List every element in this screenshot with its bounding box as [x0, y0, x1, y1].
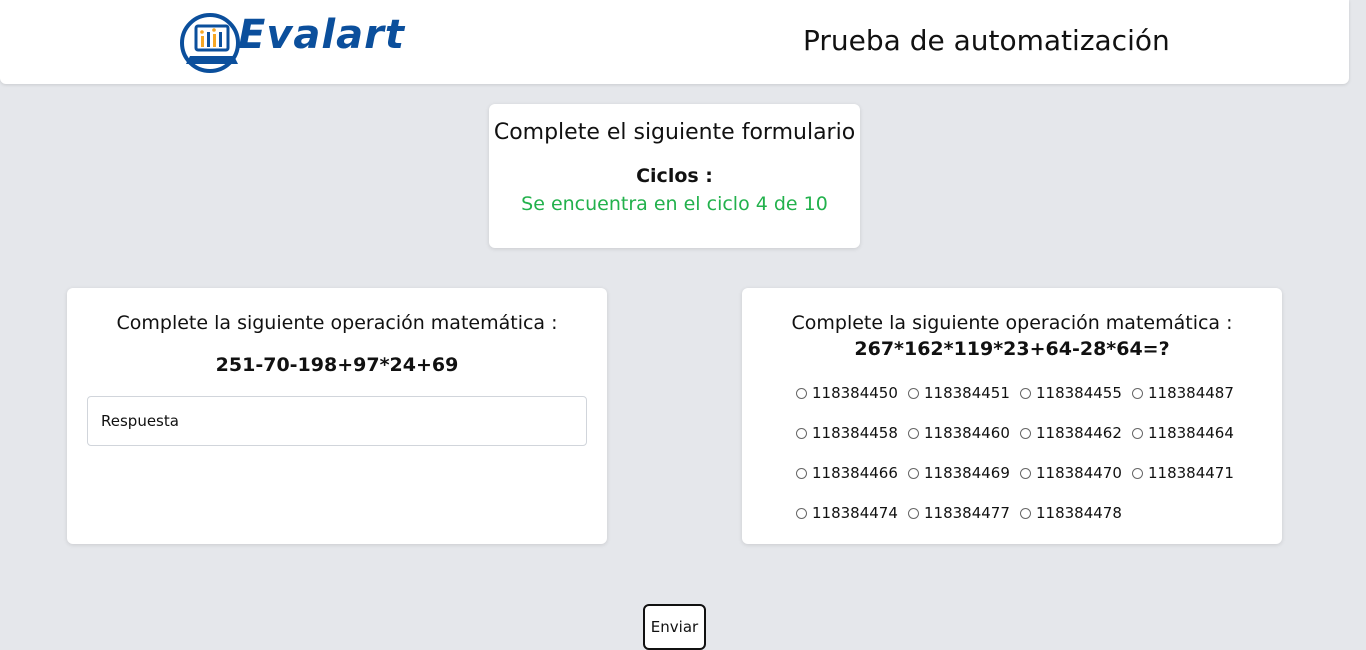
radio-icon[interactable] [1132, 427, 1143, 439]
radio-icon[interactable] [796, 427, 807, 439]
option-label: 118384451 [924, 384, 1010, 402]
option-label: 118384477 [924, 504, 1010, 522]
option-label: 118384474 [812, 504, 898, 522]
answer-option[interactable]: 118384470 [1020, 462, 1132, 484]
radio-icon[interactable] [796, 387, 807, 399]
option-label: 118384460 [924, 424, 1010, 442]
answer-option[interactable]: 118384455 [1020, 382, 1132, 404]
option-label: 118384469 [924, 464, 1010, 482]
radio-icon[interactable] [908, 427, 919, 439]
evalart-logo-icon [180, 13, 240, 73]
submit-button[interactable]: Enviar [643, 604, 706, 650]
radio-icon[interactable] [796, 507, 807, 519]
radio-icon[interactable] [796, 467, 807, 479]
radio-icon[interactable] [1132, 387, 1143, 399]
question-title: Complete la siguiente operación matemáti… [791, 312, 1233, 334]
radio-icon[interactable] [1020, 387, 1031, 399]
radio-icon[interactable] [1020, 507, 1031, 519]
answer-option[interactable]: 118384458 [796, 422, 908, 444]
option-label: 118384470 [1036, 464, 1122, 482]
cycle-status: Se encuentra en el ciclo 4 de 10 [521, 193, 828, 215]
option-label: 118384450 [812, 384, 898, 402]
evalart-logo: Evalart [180, 8, 420, 78]
page-title: Prueba de automatización [803, 24, 1170, 57]
radio-icon[interactable] [908, 467, 919, 479]
option-label: 118384478 [1036, 504, 1122, 522]
header: Evalart Prueba de automatización [0, 0, 1349, 84]
radio-icon[interactable] [908, 387, 919, 399]
answer-option[interactable]: 118384460 [908, 422, 1020, 444]
answer-option[interactable]: 118384474 [796, 502, 908, 524]
radio-icon[interactable] [1020, 467, 1031, 479]
answer-option[interactable]: 118384471 [1132, 462, 1244, 484]
radio-icon[interactable] [1132, 467, 1143, 479]
math-expression: 251-70-198+97*24+69 [215, 354, 459, 376]
option-label: 118384487 [1148, 384, 1234, 402]
answer-option[interactable]: 118384466 [796, 462, 908, 484]
radio-icon[interactable] [1020, 427, 1031, 439]
option-label: 118384471 [1148, 464, 1234, 482]
answer-option[interactable]: 118384451 [908, 382, 1020, 404]
question-title: Complete la siguiente operación matemáti… [116, 312, 558, 334]
cycles-card: Complete el siguiente formulario Ciclos … [489, 104, 860, 248]
answer-option[interactable]: 118384487 [1132, 382, 1244, 404]
answer-option[interactable]: 118384462 [1020, 422, 1132, 444]
option-label: 118384458 [812, 424, 898, 442]
brand-name: Evalart [238, 12, 405, 58]
answer-option[interactable]: 118384477 [908, 502, 1020, 524]
cycles-label: Ciclos : [636, 165, 713, 187]
option-label: 118384455 [1036, 384, 1122, 402]
radio-icon[interactable] [908, 507, 919, 519]
option-label: 118384462 [1036, 424, 1122, 442]
math-expression: 267*162*119*23+64-28*64=? [854, 338, 1170, 360]
math-choice-card: Complete la siguiente operación matemáti… [742, 288, 1282, 544]
form-title: Complete el siguiente formulario [493, 120, 856, 145]
answer-option[interactable]: 118384450 [796, 382, 908, 404]
answer-option[interactable]: 118384469 [908, 462, 1020, 484]
option-label: 118384464 [1148, 424, 1234, 442]
math-input-card: Complete la siguiente operación matemáti… [67, 288, 607, 544]
answer-option[interactable]: 118384464 [1132, 422, 1244, 444]
answer-option[interactable]: 118384478 [1020, 502, 1132, 524]
answer-options: 118384450 118384451 118384455 118384487 … [796, 382, 1246, 524]
answer-input[interactable] [87, 396, 587, 446]
option-label: 118384466 [812, 464, 898, 482]
